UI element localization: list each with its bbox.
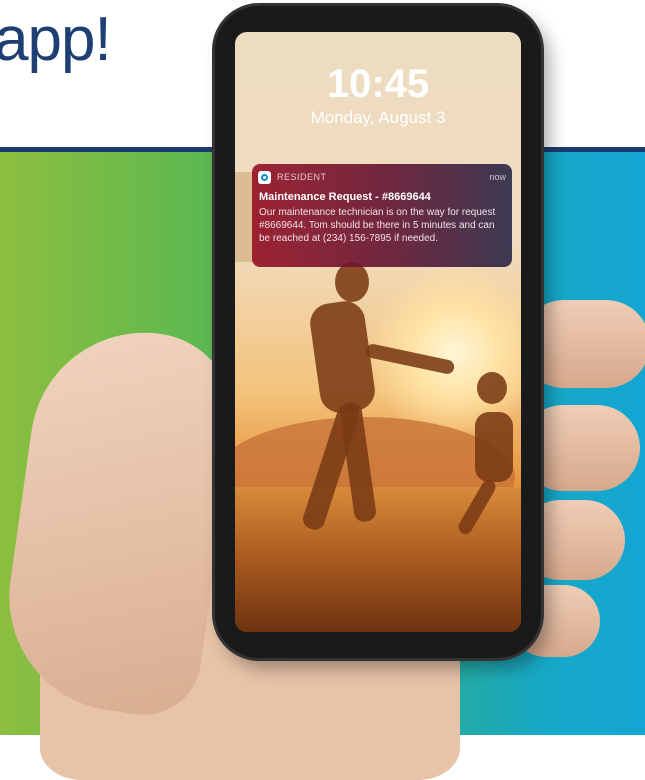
push-notification[interactable]: RESIDENT now Maintenance Request - #8669… [252,164,512,267]
wallpaper-figure [335,262,369,302]
wallpaper-figure [475,412,513,482]
smartphone: 10:45 Monday, August 3 RESIDENT now Main… [215,6,541,658]
notification-timestamp: now [489,172,506,182]
notification-body: Our maintenance technician is on the way… [259,207,496,244]
lock-screen-time: 10:45 [326,62,430,106]
notification-app-name: RESIDENT [277,172,327,182]
wallpaper-figure [477,372,507,404]
wallpaper-figure [307,298,378,416]
headline-text: app! [0,5,112,74]
notification-title: Maintenance Request - #8669644 [259,191,431,203]
lock-screen: 10:45 Monday, August 3 RESIDENT now Main… [235,32,521,632]
resident-app-icon [258,171,271,184]
lock-screen-date: Monday, August 3 [310,108,446,127]
notification-header: RESIDENT now [258,171,506,185]
